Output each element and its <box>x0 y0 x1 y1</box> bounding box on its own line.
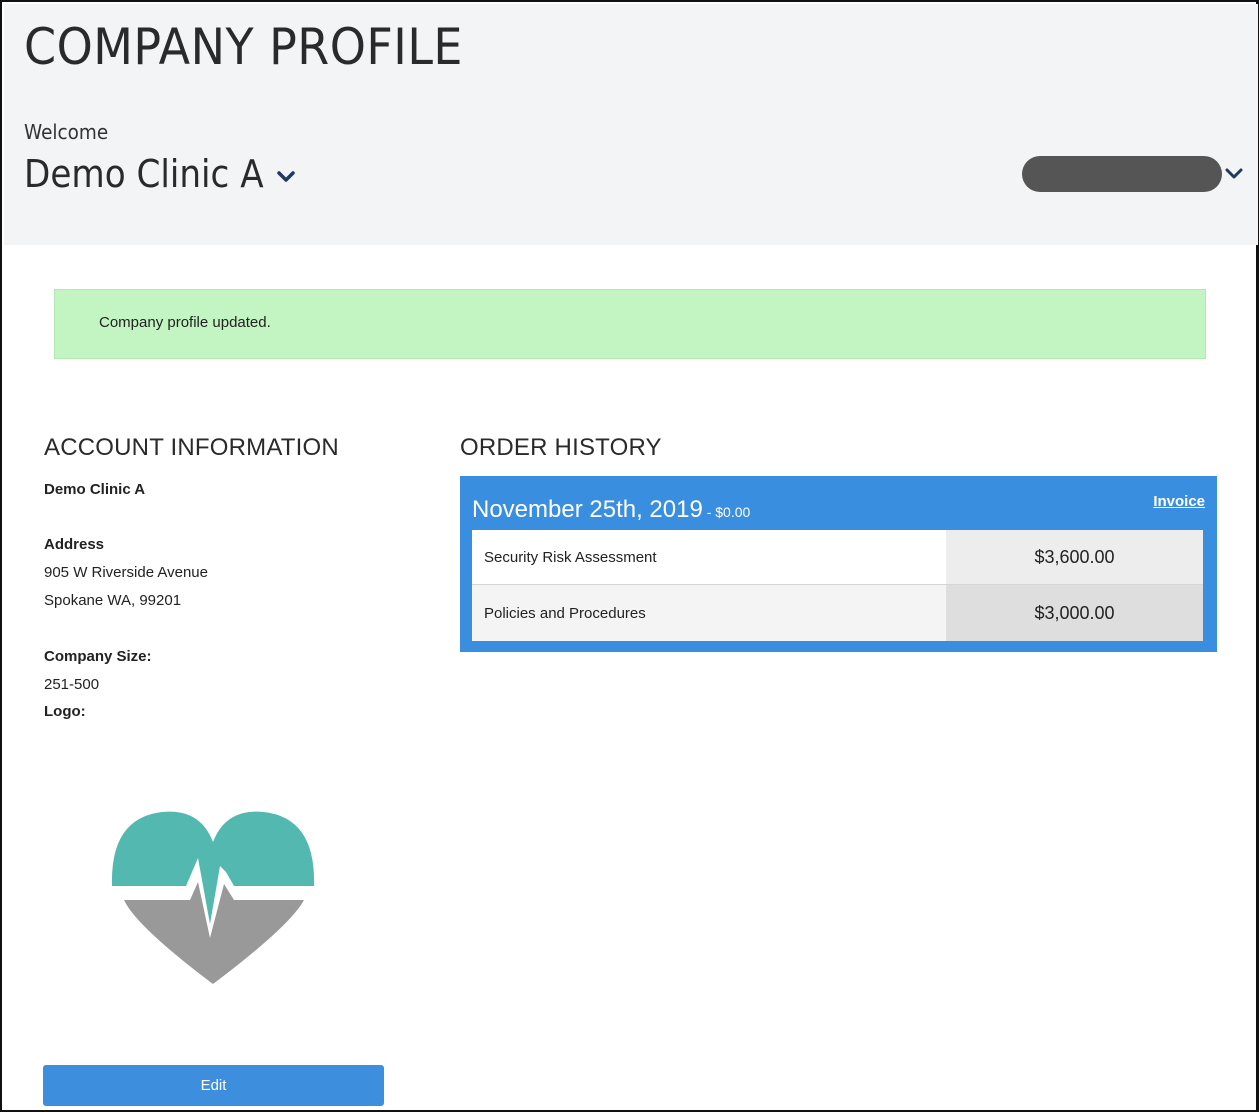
address-line-2: Spokane WA, 99201 <box>44 592 182 609</box>
page-frame: COMPANY PROFILE Welcome Demo Clinic A Co… <box>0 0 1259 1112</box>
invoice-link[interactable]: Invoice <box>1153 493 1205 510</box>
user-menu[interactable] <box>1022 156 1244 192</box>
order-item-row: Policies and Procedures $3,000.00 <box>472 585 1203 641</box>
edit-button[interactable]: Edit <box>43 1065 384 1106</box>
logo-label: Logo: <box>44 703 86 720</box>
redacted-user-name <box>1022 156 1222 192</box>
address-label: Address <box>44 536 105 553</box>
company-name: Demo Clinic A <box>24 152 264 196</box>
company-logo-heart-icon <box>110 808 316 986</box>
order-separator: - <box>702 504 716 520</box>
order-date-line: November 25th, 2019 - $0.00 <box>472 496 750 524</box>
order-item-name: Security Risk Assessment <box>472 530 946 584</box>
welcome-label: Welcome <box>24 120 109 144</box>
company-switcher[interactable]: Demo Clinic A <box>24 152 296 196</box>
order-history-heading: ORDER HISTORY <box>460 434 662 461</box>
alert-message: Company profile updated. <box>99 314 271 331</box>
company-size-label: Company Size: <box>44 648 152 665</box>
order-total: $0.00 <box>715 504 751 520</box>
success-alert: Company profile updated. <box>54 289 1206 359</box>
order-items-table: Security Risk Assessment $3,600.00 Polic… <box>472 530 1203 641</box>
order-item-price: $3,600.00 <box>946 530 1203 584</box>
order-date: November 25th, 2019 <box>472 496 703 523</box>
address-line-1: 905 W Riverside Avenue <box>44 564 208 581</box>
chevron-down-icon <box>1224 167 1244 181</box>
order-item-row: Security Risk Assessment $3,600.00 <box>472 530 1203 585</box>
account-information-heading: ACCOUNT INFORMATION <box>44 434 339 461</box>
order-card: November 25th, 2019 - $0.00 Invoice Secu… <box>460 476 1217 652</box>
page-title: COMPANY PROFILE <box>24 18 463 76</box>
company-size-value: 251-500 <box>44 676 100 693</box>
order-item-name: Policies and Procedures <box>472 585 946 641</box>
order-item-price: $3,000.00 <box>946 585 1203 641</box>
account-company-name: Demo Clinic A <box>44 481 146 498</box>
chevron-down-icon <box>276 170 296 184</box>
page-header: COMPANY PROFILE Welcome Demo Clinic A <box>4 4 1258 245</box>
